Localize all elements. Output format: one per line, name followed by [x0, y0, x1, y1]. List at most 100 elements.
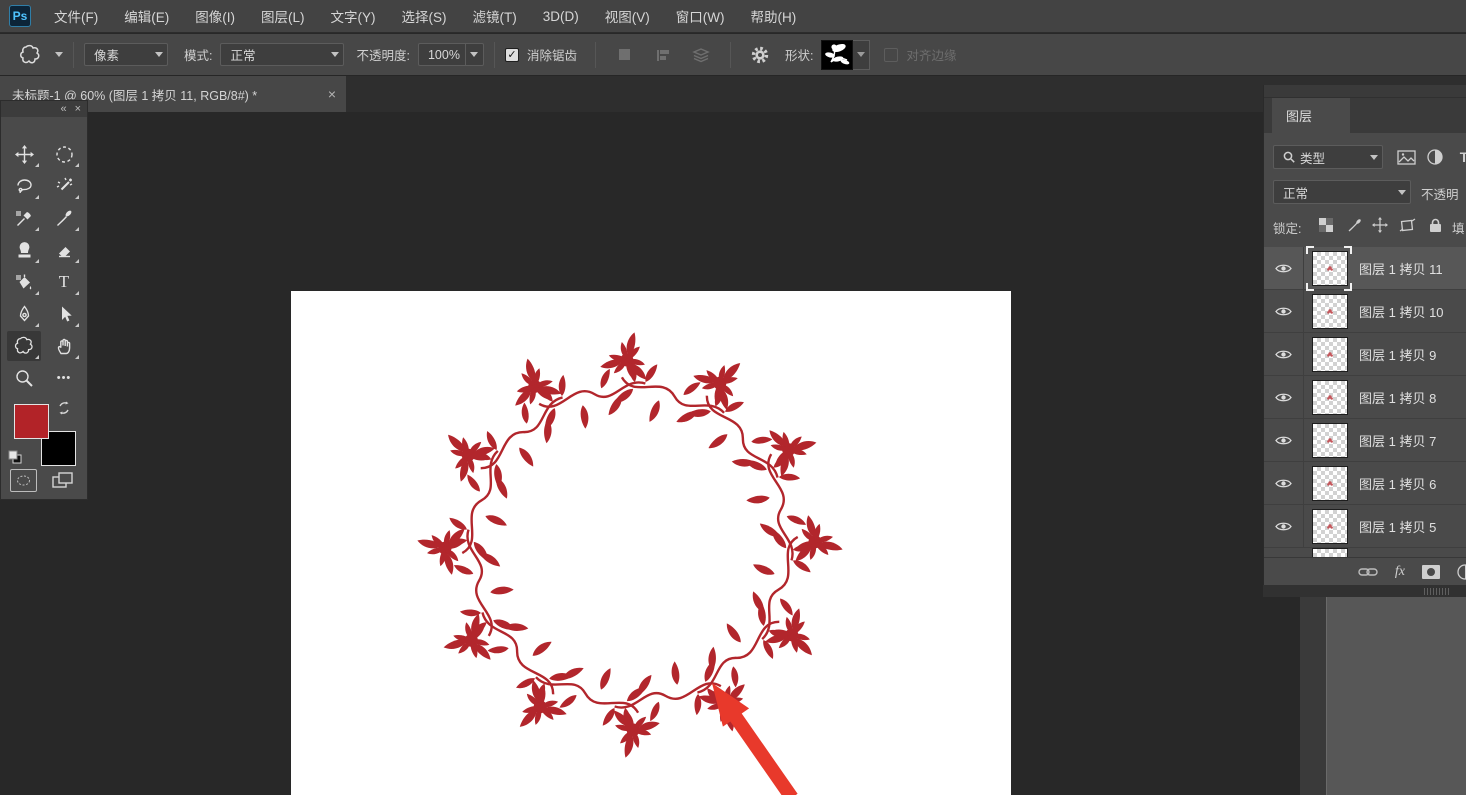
- clone-stamp-tool[interactable]: [7, 235, 41, 265]
- visibility-eye-icon[interactable]: [1264, 290, 1304, 333]
- lock-position-icon[interactable]: [1370, 215, 1390, 235]
- layers-panel-dragbar[interactable]: [1264, 85, 1466, 98]
- menu-filter[interactable]: 滤镜(T): [460, 0, 530, 33]
- screen-mode-button[interactable]: [49, 469, 76, 492]
- new-adjustment-layer-icon[interactable]: [1457, 564, 1466, 580]
- lock-transparent-pixels-icon[interactable]: [1316, 215, 1336, 235]
- collapse-panel-icon[interactable]: «: [60, 103, 66, 115]
- magic-wand-tool[interactable]: [47, 171, 81, 201]
- menu-edit[interactable]: 编辑(E): [111, 0, 182, 33]
- layer-row[interactable]: 图层 1 拷贝 6: [1264, 462, 1466, 505]
- default-colors-icon[interactable]: [7, 449, 23, 465]
- layer-row[interactable]: 图层 1 拷贝 11: [1264, 247, 1466, 290]
- menu-image[interactable]: 图像(I): [182, 0, 248, 33]
- menu-help[interactable]: 帮助(H): [737, 0, 809, 33]
- layer-thumbnail[interactable]: [1312, 251, 1348, 286]
- settings-gear-icon[interactable]: [748, 43, 772, 67]
- adjustment-layer-filter-icon[interactable]: [1425, 148, 1445, 166]
- type-tool[interactable]: T: [47, 267, 81, 297]
- boolean-operations-icon[interactable]: [613, 43, 637, 67]
- separator: [73, 42, 74, 68]
- layers-blend-mode-value: 正常: [1283, 183, 1392, 202]
- hand-tool[interactable]: [47, 331, 81, 361]
- layer-thumbnail[interactable]: [1312, 509, 1348, 544]
- close-panel-icon[interactable]: ×: [75, 103, 81, 115]
- menu-window[interactable]: 窗口(W): [663, 0, 738, 33]
- lock-image-pixels-icon[interactable]: [1344, 215, 1364, 235]
- swap-colors-icon[interactable]: [55, 399, 73, 417]
- type-layer-filter-icon[interactable]: T: [1455, 148, 1466, 166]
- layer-row[interactable]: 图层 1 拷贝 5: [1264, 505, 1466, 548]
- layer-row[interactable]: 图层 1 拷贝 10: [1264, 290, 1466, 333]
- layers-blend-mode-dropdown[interactable]: 正常: [1273, 180, 1411, 204]
- tool-preset-flower-icon[interactable]: [18, 43, 42, 67]
- tool-preset-caret-icon[interactable]: [55, 52, 63, 57]
- custom-shape-tool[interactable]: [7, 331, 41, 361]
- lock-all-icon[interactable]: [1426, 215, 1444, 235]
- elliptical-marquee-tool[interactable]: [47, 139, 81, 169]
- visibility-eye-icon[interactable]: [1264, 247, 1304, 290]
- layer-thumbnail[interactable]: [1312, 337, 1348, 372]
- visibility-eye-icon[interactable]: [1264, 419, 1304, 462]
- foreground-color-swatch[interactable]: [14, 404, 49, 439]
- link-layers-icon[interactable]: [1358, 567, 1378, 577]
- menu-view[interactable]: 视图(V): [592, 0, 663, 33]
- brush-tool[interactable]: [47, 203, 81, 233]
- layer-style-fx-icon[interactable]: fx: [1395, 564, 1405, 580]
- visibility-eye-icon[interactable]: [1264, 376, 1304, 419]
- menu-file[interactable]: 文件(F): [41, 0, 111, 33]
- pixel-layer-filter-icon[interactable]: [1395, 148, 1417, 166]
- panel-resize-grip[interactable]: [1424, 588, 1450, 595]
- align-edges-checkbox[interactable]: [884, 48, 898, 62]
- visibility-eye-icon[interactable]: [1264, 505, 1304, 548]
- move-tool[interactable]: [7, 139, 41, 169]
- layer-filter-dropdown[interactable]: 类型: [1273, 145, 1383, 169]
- paint-bucket-tool[interactable]: [7, 267, 41, 297]
- partial-layer-thumbnail[interactable]: [1312, 548, 1348, 557]
- lock-artboard-icon[interactable]: [1396, 215, 1418, 235]
- tab-layers[interactable]: 图层: [1272, 98, 1350, 133]
- canvas-artboard[interactable]: [291, 291, 1011, 795]
- opacity-input[interactable]: 100%: [418, 43, 466, 66]
- close-document-icon[interactable]: ×: [328, 86, 336, 102]
- visibility-eye-icon[interactable]: [1264, 333, 1304, 376]
- pen-tool[interactable]: [7, 299, 41, 329]
- quick-mask-button[interactable]: [10, 469, 37, 492]
- chevron-down-icon: [331, 52, 339, 57]
- more-tools-ellipsis-icon[interactable]: •••: [47, 363, 81, 393]
- visibility-eye-icon[interactable]: [1264, 462, 1304, 505]
- add-layer-mask-icon[interactable]: [1422, 565, 1440, 579]
- blend-mode-dropdown[interactable]: 正常: [220, 43, 344, 66]
- layers-opacity-label: 不透明: [1421, 184, 1459, 203]
- opacity-caret-button[interactable]: [466, 43, 484, 66]
- chevron-down-icon: [857, 52, 865, 57]
- menu-select[interactable]: 选择(S): [389, 0, 460, 33]
- align-distribute-icon[interactable]: [651, 43, 675, 67]
- layer-thumbnail[interactable]: [1312, 466, 1348, 501]
- fill-mode-dropdown[interactable]: 像素: [84, 43, 168, 66]
- photoshop-window: Ps 文件(F) 编辑(E) 图像(I) 图层(L) 文字(Y) 选择(S) 滤…: [0, 0, 1466, 795]
- layer-row[interactable]: 图层 1 拷贝 8: [1264, 376, 1466, 419]
- chevron-down-icon: [1398, 190, 1406, 195]
- wreath-artwork: [291, 291, 1011, 795]
- custom-shape-swatch[interactable]: [821, 40, 853, 70]
- layer-row[interactable]: 图层 1 拷贝 9: [1264, 333, 1466, 376]
- layer-row[interactable]: 图层 1 拷贝 7: [1264, 419, 1466, 462]
- options-bar: 像素 模式: 正常 不透明度: 100% ✓ 消除锯齿: [0, 34, 1466, 76]
- layer-name: 图层 1 拷贝 11: [1359, 247, 1443, 290]
- antialias-checkbox[interactable]: ✓: [505, 48, 519, 62]
- path-selection-tool[interactable]: [47, 299, 81, 329]
- eyedropper-tool[interactable]: [7, 203, 41, 233]
- menu-3d[interactable]: 3D(D): [530, 0, 592, 33]
- layer-thumbnail[interactable]: [1312, 380, 1348, 415]
- menu-layer[interactable]: 图层(L): [248, 0, 318, 33]
- shape-picker-caret[interactable]: [853, 40, 870, 70]
- arrange-layers-icon[interactable]: [689, 43, 713, 67]
- layer-thumbnail[interactable]: [1312, 423, 1348, 458]
- menu-type[interactable]: 文字(Y): [318, 0, 389, 33]
- eraser-tool[interactable]: [47, 235, 81, 265]
- layers-panel-tabrow: 图层: [1264, 98, 1466, 133]
- zoom-tool[interactable]: [7, 363, 41, 393]
- lasso-tool[interactable]: [7, 171, 41, 201]
- layer-thumbnail[interactable]: [1312, 294, 1348, 329]
